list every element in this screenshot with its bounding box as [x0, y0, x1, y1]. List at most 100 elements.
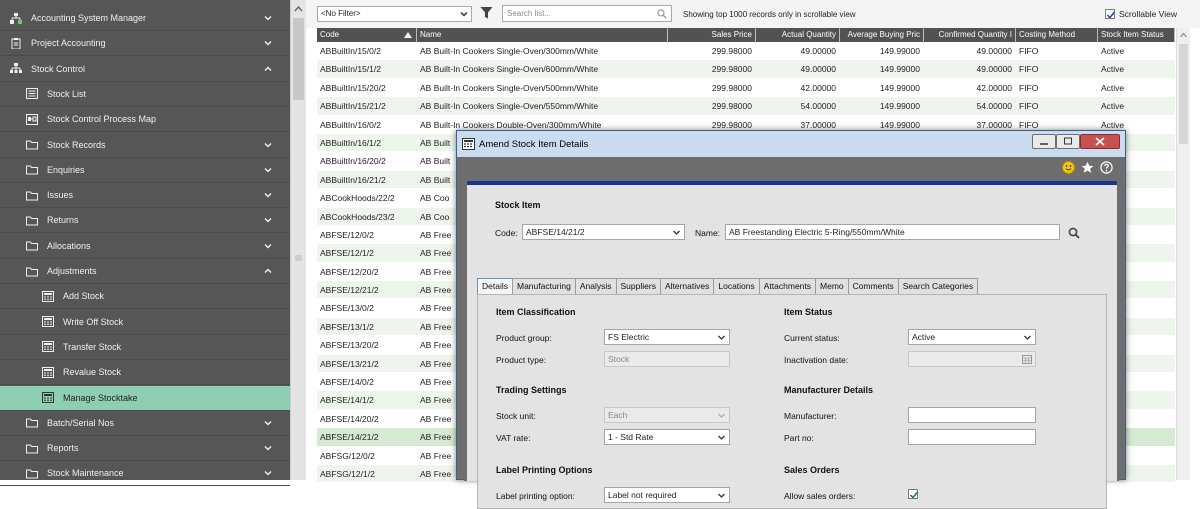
chevron-down-icon[interactable] — [263, 165, 273, 175]
tab-suppliers[interactable]: Suppliers — [615, 278, 661, 294]
sidebar-item-stock-maintenance[interactable]: Stock Maintenance — [0, 461, 290, 487]
grid-scroll-thumb[interactable] — [1179, 44, 1188, 144]
tab-attachments[interactable]: Attachments — [758, 278, 817, 294]
allow-sales-orders-checkbox[interactable] — [908, 489, 919, 499]
chevron-down-icon[interactable] — [263, 13, 273, 23]
sidebar-item-reports[interactable]: Reports — [0, 436, 290, 462]
code-select[interactable]: ABFSE/14/21/2 — [522, 224, 685, 240]
close-button[interactable] — [1080, 134, 1120, 149]
chevron-up-icon[interactable] — [263, 266, 273, 276]
folder-icon — [26, 164, 38, 175]
sidebar-item-label: Manage Stocktake — [63, 392, 138, 403]
sidebar-item-stock-records[interactable]: Stock Records — [0, 133, 290, 158]
column-header-costing-method[interactable]: Costing Method — [1016, 28, 1098, 42]
scroll-up-icon[interactable] — [1179, 31, 1188, 39]
scroll-up-icon[interactable] — [293, 4, 304, 14]
list-toolbar: <No Filter> Search list... Showing top 1… — [306, 0, 1200, 28]
table-cell: ABFSE/13/0/2 — [320, 303, 374, 314]
search-icon[interactable] — [657, 9, 667, 19]
part-no-input[interactable] — [908, 429, 1036, 445]
sidebar-item-adjustments[interactable]: Adjustments — [0, 259, 290, 284]
tab-alternatives[interactable]: Alternatives — [659, 278, 715, 294]
section-stock-item: Stock Item — [495, 200, 541, 210]
maximize-button[interactable] — [1056, 134, 1080, 149]
search-input[interactable]: Search list... — [502, 5, 672, 22]
maximize-icon — [1064, 137, 1072, 145]
tab-details[interactable]: Details — [477, 278, 513, 294]
chevron-down-icon[interactable] — [263, 140, 273, 150]
scrollable-view-checkbox[interactable] — [1105, 9, 1116, 19]
vat-rate-label: VAT rate: — [496, 433, 531, 443]
grid-scrollbar[interactable] — [1176, 28, 1190, 480]
tab-locations[interactable]: Locations — [713, 278, 760, 294]
table-row[interactable]: ABBuiltIn/15/20/2 AB Built-In Cookers Sin… — [317, 79, 1175, 98]
tab-search-categories[interactable]: Search Categories — [897, 278, 979, 294]
table-row[interactable]: ABBuiltIn/15/1/2 AB Built-In Cookers Sing… — [317, 60, 1175, 79]
folder-icon — [26, 240, 38, 251]
filter-select[interactable]: <No Filter> — [317, 6, 472, 22]
scrollable-view-toggle[interactable]: Scrollable View — [1105, 9, 1177, 19]
column-header-actual-quantity[interactable]: Actual Quantity — [756, 28, 840, 42]
table-cell: AB Built-In Cookers Single-Oven/300mm/Wh… — [420, 46, 599, 56]
sidebar-item-write-off-stock[interactable]: Write Off Stock — [0, 310, 290, 335]
sidebar-item-project-accounting[interactable]: Project Accounting — [0, 31, 290, 57]
minimize-button[interactable] — [1032, 134, 1056, 149]
sidebar-item-revalue-stock[interactable]: Revalue Stock — [0, 360, 290, 386]
star-favourite-icon[interactable] — [1081, 161, 1094, 174]
table-row[interactable]: ABBuiltIn/15/21/2 AB Built-In Cookers Sin… — [317, 97, 1175, 116]
column-header-confirmed-quantity-i[interactable]: Confirmed Quantity I — [924, 28, 1016, 42]
smiley-feedback-icon[interactable] — [1062, 161, 1075, 174]
name-input[interactable]: AB Freestanding Electric 5-Ring/550mm/Wh… — [725, 224, 1060, 240]
sidebar-item-accounting-system-manager[interactable]: Accounting System Manager — [0, 6, 290, 31]
chevron-down-icon[interactable] — [263, 443, 273, 453]
chevron-down-icon[interactable] — [263, 468, 273, 478]
sidebar-item-allocations[interactable]: Allocations — [0, 234, 290, 259]
sidebar-item-stock-list[interactable]: Stock List — [0, 82, 290, 107]
manufacturer-input[interactable] — [908, 407, 1036, 423]
calculator-icon — [462, 138, 475, 150]
filter-funnel-icon[interactable] — [480, 6, 493, 20]
table-row[interactable]: ABBuiltIn/15/0/2 AB Built-In Cookers Sing… — [317, 42, 1175, 61]
part-no-label: Part no: — [784, 433, 814, 443]
table-cell: ABBuiltIn/16/1/2 — [320, 137, 381, 148]
column-header-sales-price[interactable]: Sales Price — [668, 28, 756, 42]
sidebar-item-stock-control-process-map[interactable]: Stock Control Process Map — [0, 107, 290, 133]
column-header-average-buying-pric[interactable]: Average Buying Pric — [840, 28, 924, 42]
sidebar-scroll-thumb[interactable] — [293, 18, 304, 100]
heading-manufacturer-details: Manufacturer Details — [784, 385, 874, 395]
table-cell: Active — [1101, 101, 1125, 112]
chevron-down-icon[interactable] — [263, 215, 273, 225]
sidebar-item-issues[interactable]: Issues — [0, 183, 290, 209]
chevron-down-icon[interactable] — [263, 190, 273, 200]
sidebar-item-batch-serial-nos[interactable]: Batch/Serial Nos — [0, 411, 290, 436]
tab-memo[interactable]: Memo — [815, 278, 849, 294]
sidebar-item-returns[interactable]: Returns — [0, 208, 290, 234]
sidebar-item-stock-control[interactable]: Stock Control — [0, 57, 290, 82]
chevron-down-icon[interactable] — [263, 418, 273, 428]
current-status-label: Current status: — [784, 333, 840, 343]
dialog-title-bar[interactable]: Amend Stock Item Details — [457, 131, 1125, 157]
tab-analysis[interactable]: Analysis — [574, 278, 617, 294]
sidebar-item-transfer-stock[interactable]: Transfer Stock — [0, 335, 290, 360]
sidebar-item-manage-stocktake[interactable]: Manage Stocktake — [0, 385, 290, 411]
tab-manufacturing[interactable]: Manufacturing — [511, 278, 576, 294]
product-group-select[interactable]: FS Electric — [604, 329, 730, 345]
help-icon[interactable] — [1100, 161, 1113, 174]
name-label: Name: — [695, 228, 721, 238]
chevron-down-icon[interactable] — [263, 38, 273, 48]
chevron-up-icon[interactable] — [263, 64, 273, 74]
vat-rate-select[interactable]: 1 - Std Rate — [604, 429, 730, 445]
label-printing-select[interactable]: Label not required — [604, 487, 730, 503]
column-header-name[interactable]: Name — [417, 28, 668, 42]
table-cell: 299.98000 — [711, 46, 752, 56]
chevron-down-icon[interactable] — [263, 241, 273, 251]
table-cell: 149.99000 — [879, 82, 920, 93]
tab-comments[interactable]: Comments — [847, 278, 899, 294]
sidebar-item-add-stock[interactable]: Add Stock — [0, 284, 290, 310]
current-status-select[interactable]: Active — [908, 329, 1036, 345]
column-header-stock-item-status[interactable]: Stock Item Status — [1098, 28, 1175, 42]
column-header-code[interactable]: Code — [317, 28, 417, 42]
search-icon[interactable] — [1068, 227, 1080, 239]
sidebar-item-enquiries[interactable]: Enquiries — [0, 158, 290, 183]
sidebar-scrollbar[interactable] — [290, 0, 306, 480]
